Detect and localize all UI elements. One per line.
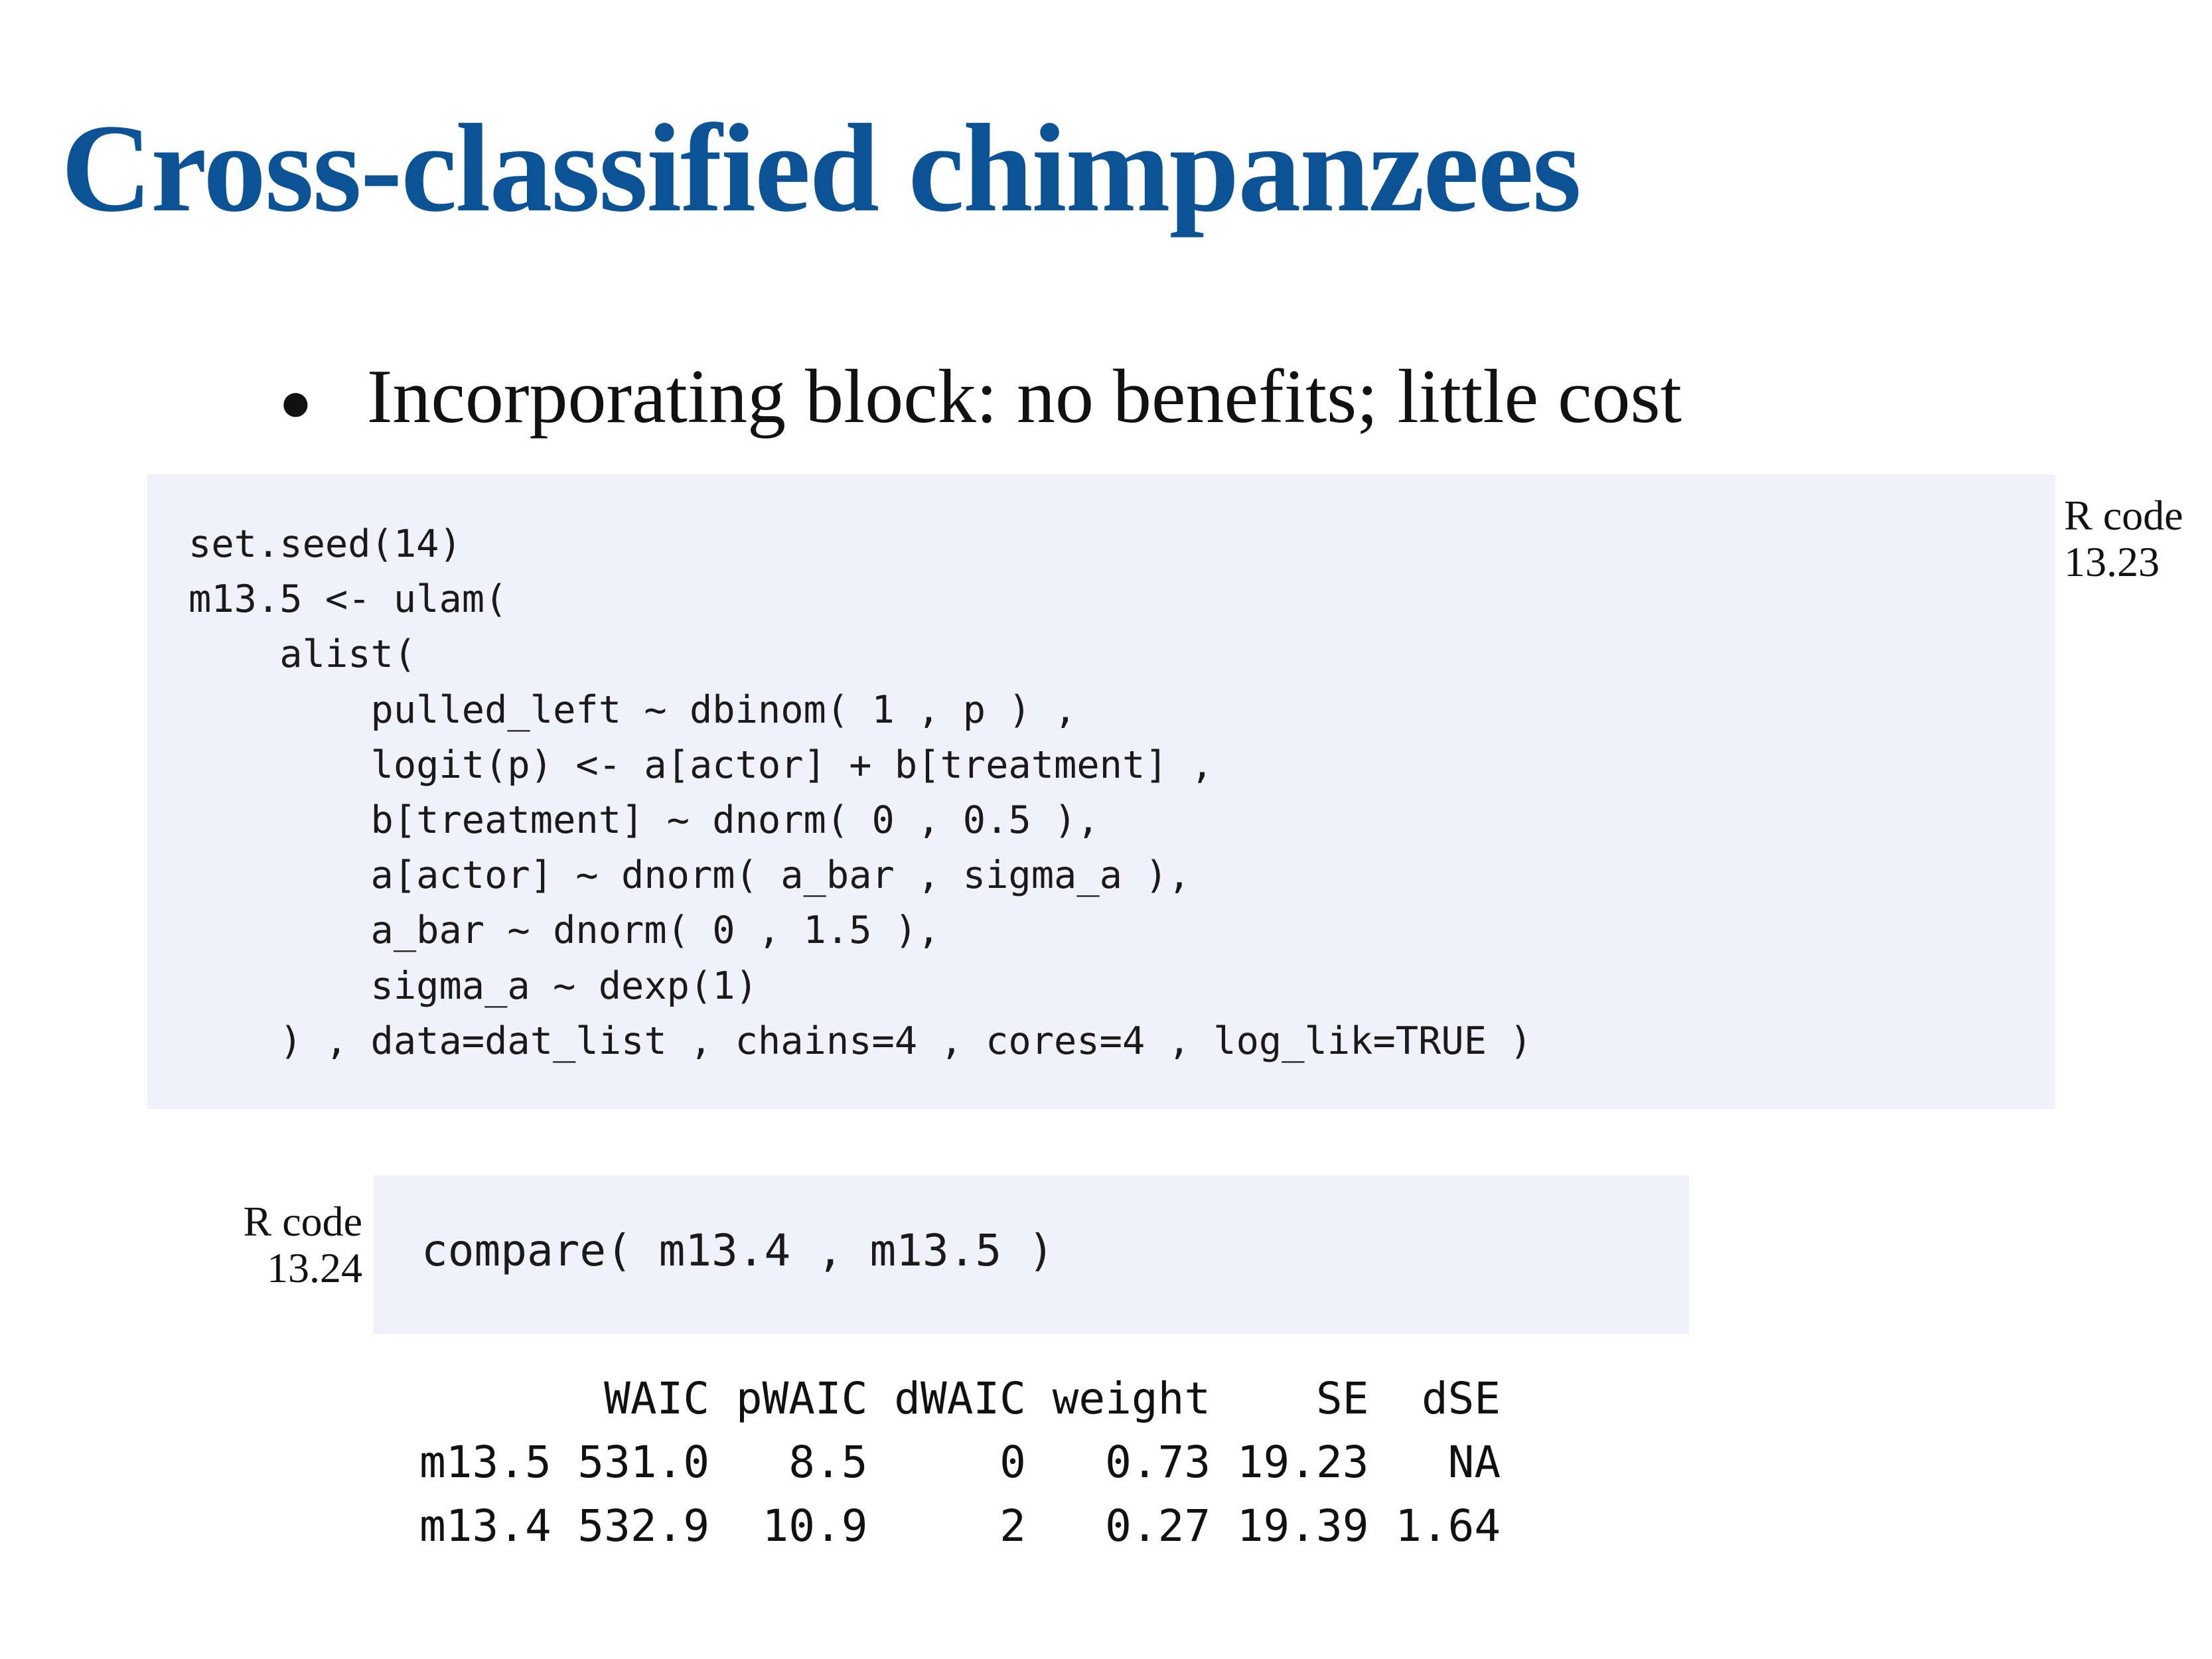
code-label-number: 13.23 [2064, 538, 2160, 585]
code-label-13-23: R code 13.23 [2064, 492, 2183, 585]
code-label-13-24: R code 13.24 [244, 1198, 363, 1291]
code-label-title: R code [243, 1198, 363, 1245]
code-text: compare( m13.4 , m13.5 ) [421, 1225, 1055, 1276]
bullet-text: Incorporating block: no benefits; little… [366, 354, 1682, 439]
code-block-13-24: compare( m13.4 , m13.5 ) [374, 1175, 1689, 1334]
bullet-item: ● Incorporating block: no benefits; litt… [279, 354, 1682, 440]
code-label-number: 13.24 [267, 1244, 362, 1291]
code-text: set.seed(14) m13.5 <- ulam( alist( pulle… [188, 522, 1532, 1063]
code-block-13-23: set.seed(14) m13.5 <- ulam( alist( pulle… [147, 474, 2055, 1109]
code-label-title: R code [2064, 492, 2183, 539]
bullet-icon: ● [279, 371, 313, 433]
compare-output: WAIC pWAIC dWAIC weight SE dSE m13.5 531… [419, 1373, 1501, 1551]
slide-title: Cross-classified chimpanzees [61, 99, 1582, 238]
